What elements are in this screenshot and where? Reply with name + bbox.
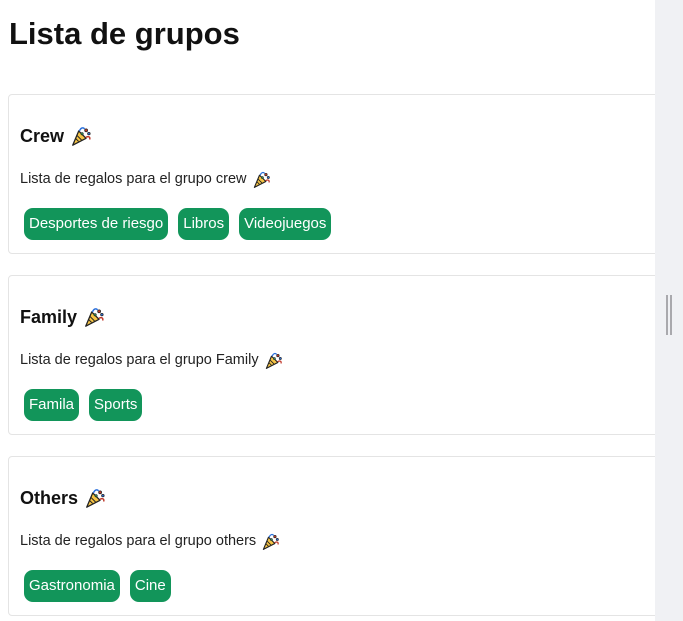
tag-sports[interactable]: Sports — [89, 389, 143, 421]
party-popper-icon — [83, 306, 105, 328]
group-name: Family — [20, 307, 78, 327]
group-name: Crew — [20, 126, 65, 146]
group-description-text: Lista de regalos para el grupo others — [20, 533, 257, 549]
tag-list: Famila Sports — [24, 389, 143, 421]
scrollbar-grip-icon[interactable] — [666, 295, 672, 335]
tag-list: Desportes de riesgo Libros Videojuegos — [24, 208, 332, 240]
tag-desportes-de-riesgo[interactable]: Desportes de riesgo — [24, 208, 169, 240]
group-description: Lista de regalos para el grupo crew — [20, 168, 271, 190]
tag-gastronomia[interactable]: Gastronomia — [24, 570, 120, 602]
tag-cine[interactable]: Cine — [129, 570, 171, 602]
page-title: Lista de grupos — [9, 16, 240, 51]
group-title: Others — [20, 485, 106, 511]
group-title: Family — [20, 304, 105, 330]
party-popper-icon — [264, 351, 283, 370]
party-popper-icon — [252, 170, 271, 189]
group-card-crew[interactable]: Crew Lista de regalos para el grupo crew… — [8, 94, 655, 254]
main-content: Lista de grupos Crew Lista de regalos pa… — [0, 0, 655, 621]
group-name: Others — [20, 488, 79, 508]
tag-list: Gastronomia Cine — [24, 570, 171, 602]
party-popper-icon — [84, 487, 106, 509]
scrollbar-track[interactable] — [655, 0, 683, 621]
app-window: Lista de grupos Crew Lista de regalos pa… — [0, 0, 683, 621]
party-popper-icon — [261, 532, 280, 551]
tag-famila[interactable]: Famila — [24, 389, 80, 421]
group-description-text: Lista de regalos para el grupo crew — [20, 171, 247, 187]
tag-libros[interactable]: Libros — [178, 208, 230, 240]
party-popper-icon — [70, 125, 92, 147]
group-description: Lista de regalos para el grupo Family — [20, 349, 283, 371]
group-card-family[interactable]: Family Lista de regalos para el grupo Fa… — [8, 275, 655, 435]
group-description: Lista de regalos para el grupo others — [20, 530, 280, 552]
tag-videojuegos[interactable]: Videojuegos — [239, 208, 332, 240]
group-card-others[interactable]: Others Lista de regalos para el grupo ot… — [8, 456, 655, 616]
group-description-text: Lista de regalos para el grupo Family — [20, 352, 259, 368]
group-title: Crew — [20, 123, 92, 149]
